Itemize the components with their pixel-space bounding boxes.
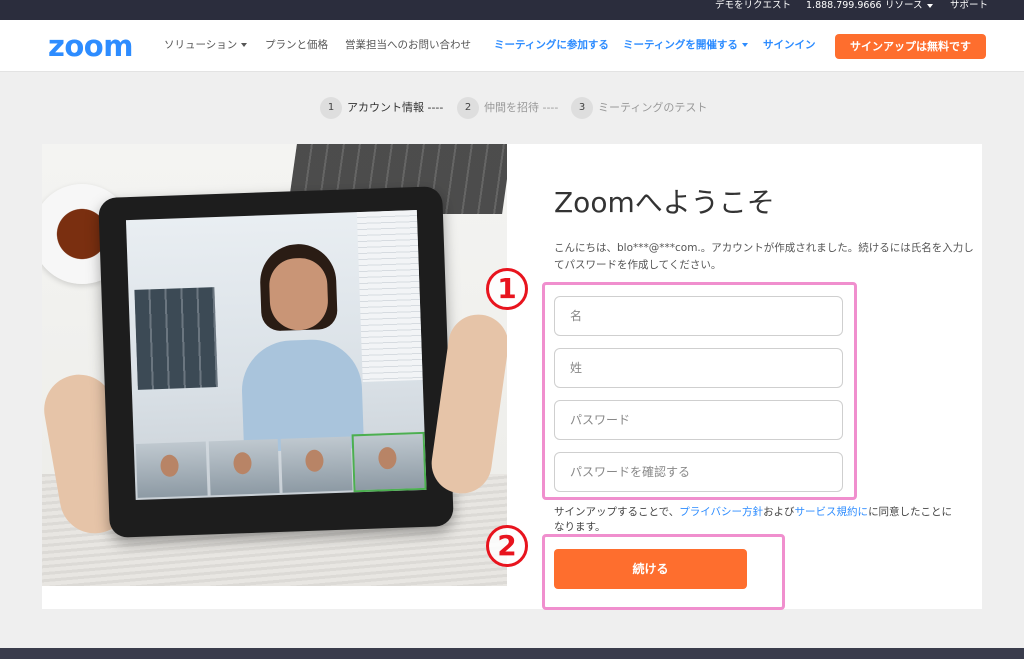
terms-of-service-link[interactable]: サービス規約に [795,506,869,518]
chevron-down-icon [926,3,933,8]
page-title: Zoomへようこそ [554,186,775,219]
terms-prefix: サインアップすることで、 [554,506,680,518]
participant-thumb [208,438,280,496]
footer-bar [0,648,1024,659]
signup-free-button[interactable]: サインアップは無料です [835,34,986,59]
annotation-badge-2: 2 [486,525,528,567]
participant-thumb [280,436,353,493]
nav-solutions-label: ソリューション [164,39,238,51]
tablet-screen [125,209,427,500]
participant-thumb [135,441,208,498]
person-face [268,257,329,332]
main-nav: zoom ソリューション プランと価格 営業担当へのお問い合わせ ミーティングに… [0,20,1024,72]
hero-photo [42,144,507,586]
zoom-logo[interactable]: zoom [48,31,133,61]
step-number: 1 [320,97,342,119]
window-blind-image [356,209,423,382]
participant-thumb [351,431,427,493]
privacy-policy-link[interactable]: プライバシー方針 [679,506,763,518]
highlight-box-fields [542,282,857,500]
step-number: 3 [571,97,593,119]
phone-number[interactable]: 1.888.799.9666 [806,0,882,12]
chevron-down-icon [741,43,748,47]
request-demo-link[interactable]: デモをリクエスト [715,0,791,12]
nav-contact-sales[interactable]: 営業担当へのお問い合わせ [345,38,471,52]
step-label: アカウント情報 ---- [347,101,444,114]
tablet-image [98,186,454,538]
nav-host-meeting[interactable]: ミーティングを開催する [623,38,748,52]
step-label: ミーティングのテスト [598,101,708,114]
terms-notice: サインアップすることで、プライバシー方針およびサービス規約にに同意したことになり… [554,505,954,535]
nav-host-meeting-label: ミーティングを開催する [623,39,738,51]
person-body [240,338,365,453]
step-label: 仲間を招待 ---- [484,101,559,114]
participant-thumbnails [134,431,427,500]
resources-menu[interactable]: リソース [885,0,933,12]
step-invite: 2 仲間を招待 ---- [457,97,558,119]
shelf-image [134,287,218,390]
top-utility-bar: デモをリクエスト 1.888.799.9666 リソース サポート [0,0,1024,20]
chevron-down-icon [241,43,248,47]
step-account-info: 1 アカウント情報 ---- [320,97,443,119]
nav-solutions[interactable]: ソリューション [164,38,248,52]
nav-sign-in[interactable]: サインイン [763,38,816,52]
step-number: 2 [457,97,479,119]
woman-image [237,242,365,453]
support-link[interactable]: サポート [950,0,988,12]
terms-and: および [763,506,795,518]
resources-label: リソース [885,0,923,11]
nav-join-meeting[interactable]: ミーティングに参加する [494,38,609,52]
annotation-badge-1: 1 [486,268,528,310]
highlight-box-continue [542,534,785,610]
nav-plans[interactable]: プランと価格 [265,38,328,52]
welcome-message: こんにちは、blo***@***com.。アカウントが作成されました。続けるには… [554,242,974,271]
step-test-meeting: 3 ミーティングのテスト [571,97,707,119]
